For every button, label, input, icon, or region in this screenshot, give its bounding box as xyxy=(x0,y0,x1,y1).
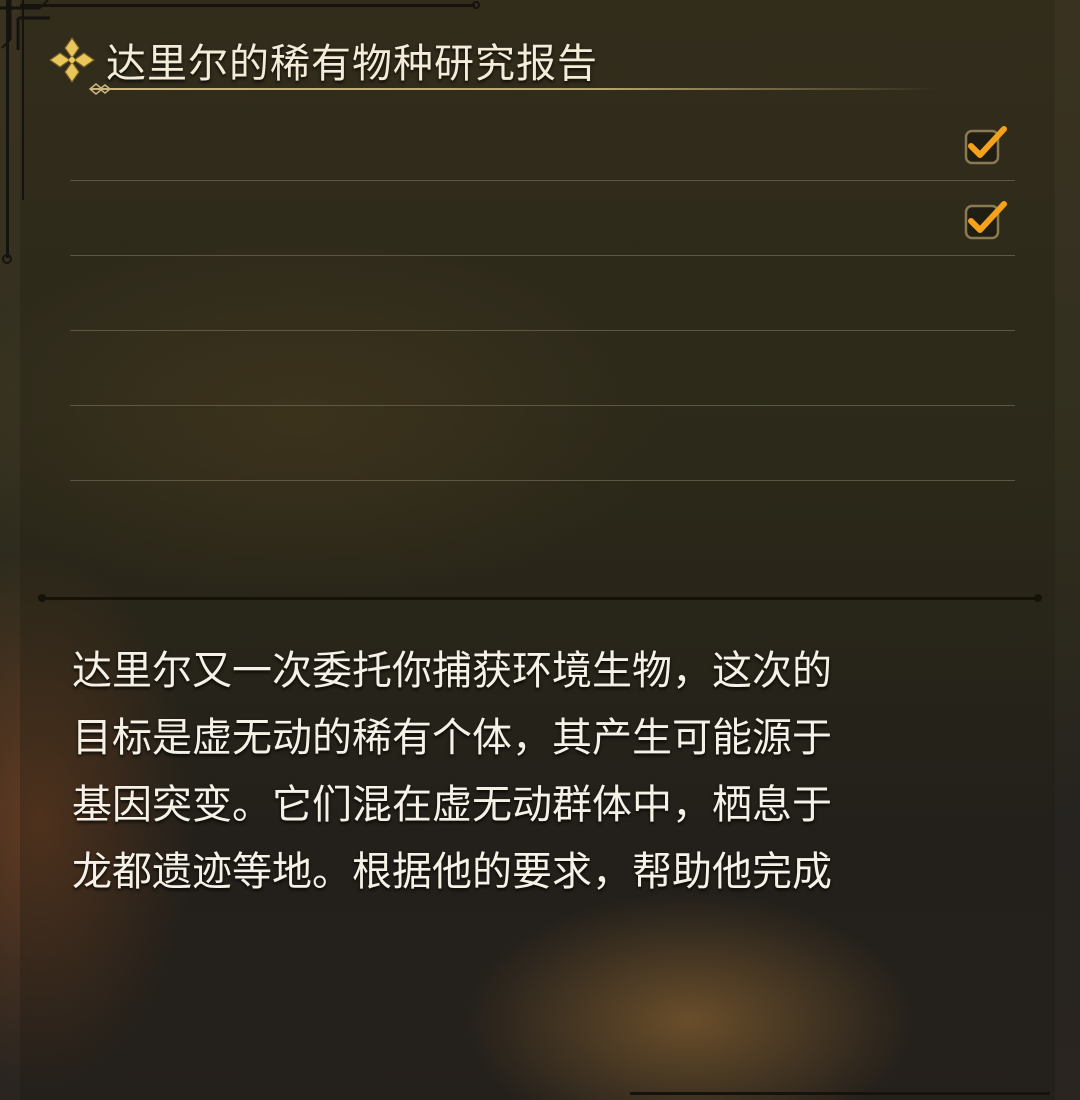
objective-row xyxy=(70,106,1015,181)
checkmark-icon xyxy=(964,201,1007,240)
quest-ornament-icon xyxy=(48,36,96,84)
objective-row xyxy=(70,256,1015,331)
frame-top-dot xyxy=(472,1,480,9)
quest-title: 达里尔的稀有物种研究报告 xyxy=(106,41,598,87)
quest-title-row: 达里尔的稀有物种研究报告 xyxy=(46,30,598,90)
frame-bottom-line xyxy=(630,1092,1050,1095)
description-line: 基因突变。它们混在虚无动群体中，栖息于 xyxy=(72,782,832,828)
checkmark-icon xyxy=(964,126,1007,165)
description-line: 龙都遗迹等地。根据他的要求，帮助他完成 xyxy=(72,849,832,895)
objective-list xyxy=(70,106,1015,481)
quest-description: 达里尔又一次委托你捕获环境生物，这次的 目标是虚无动的稀有个体，其产生可能源于 … xyxy=(72,638,932,906)
divider-dot-right xyxy=(1034,594,1042,602)
objective-row xyxy=(70,406,1015,481)
title-underline-ornament xyxy=(88,83,112,95)
frame-left-dot xyxy=(2,254,12,264)
objective-row xyxy=(70,181,1015,256)
description-line: 达里尔又一次委托你捕获环境生物，这次的 xyxy=(72,648,832,694)
description-line: 目标是虚无动的稀有个体，其产生可能源于 xyxy=(72,715,832,761)
frame-top-line xyxy=(20,4,475,7)
section-divider xyxy=(38,594,1042,602)
objective-row xyxy=(70,331,1015,406)
frame-left-inner-line xyxy=(22,0,24,200)
divider-dot-left xyxy=(38,594,46,602)
title-underline xyxy=(90,88,940,90)
frame-left-line xyxy=(6,0,9,258)
